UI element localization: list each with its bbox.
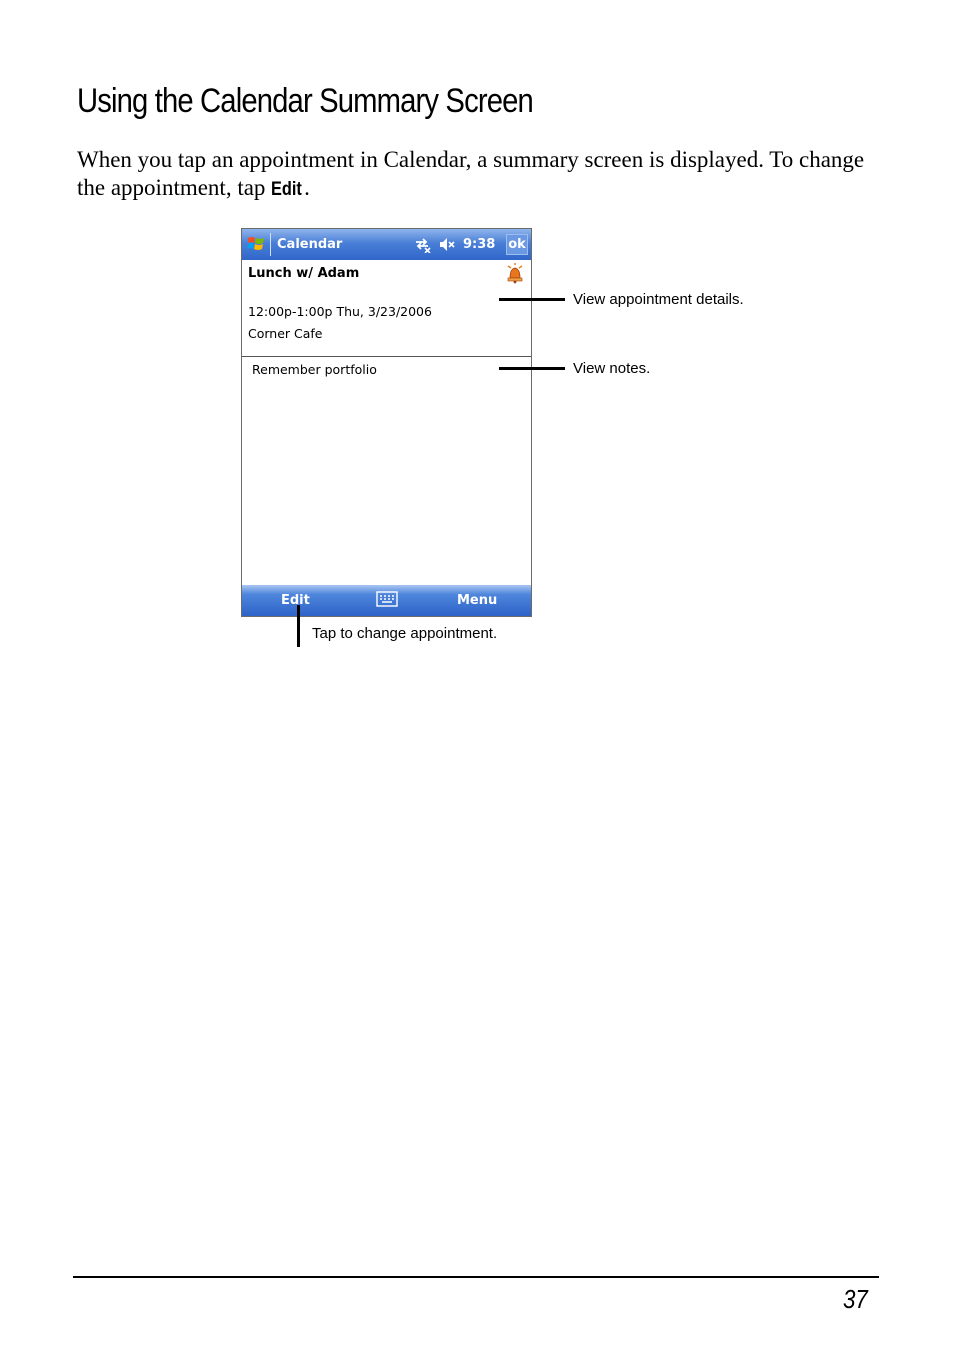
appointment-notes[interactable]: Remember portfolio (252, 362, 377, 377)
reminder-bell-icon (507, 263, 523, 284)
details-callout: View appointment details. (573, 291, 744, 308)
app-title: Calendar (277, 237, 343, 252)
appointment-location[interactable]: Corner Cafe (248, 326, 323, 341)
edit-callout-line (297, 605, 300, 647)
title-separator (270, 233, 271, 256)
intro-text: When you tap an appointment in Calendar,… (77, 147, 865, 200)
calendar-summary-screenshot: Calendar 9:38 ok Lunch w/ Adam 12:00p-1:… (241, 228, 532, 617)
edit-command-text: Edit (271, 179, 303, 200)
windows-flag-icon[interactable] (247, 235, 265, 253)
footer-rule (73, 1276, 879, 1278)
page-title: Using the Calendar Summary Screen (77, 82, 534, 120)
clock-time[interactable]: 9:38 (463, 237, 495, 252)
details-callout-line (499, 298, 565, 301)
volume-muted-icon[interactable] (438, 236, 455, 253)
edit-button[interactable]: Edit (281, 593, 310, 608)
intro-paragraph: When you tap an appointment in Calendar,… (77, 146, 877, 204)
details-divider (242, 356, 531, 357)
notes-callout: View notes. (573, 360, 651, 377)
appointment-time[interactable]: 12:00p-1:00p Thu, 3/23/2006 (248, 304, 432, 319)
navigation-bar: Calendar 9:38 ok (242, 229, 531, 260)
keyboard-icon[interactable] (376, 591, 398, 607)
menu-button[interactable]: Menu (457, 593, 497, 608)
intro-text-end: . (304, 175, 310, 200)
ok-button[interactable]: ok (506, 234, 528, 255)
connectivity-icon[interactable] (414, 236, 431, 253)
menu-bar: Edit Menu (242, 585, 531, 616)
notes-callout-line (499, 367, 565, 370)
edit-callout: Tap to change appointment. (312, 625, 498, 642)
appointment-subject[interactable]: Lunch w/ Adam (248, 266, 359, 281)
page-number: 37 (843, 1284, 868, 1314)
